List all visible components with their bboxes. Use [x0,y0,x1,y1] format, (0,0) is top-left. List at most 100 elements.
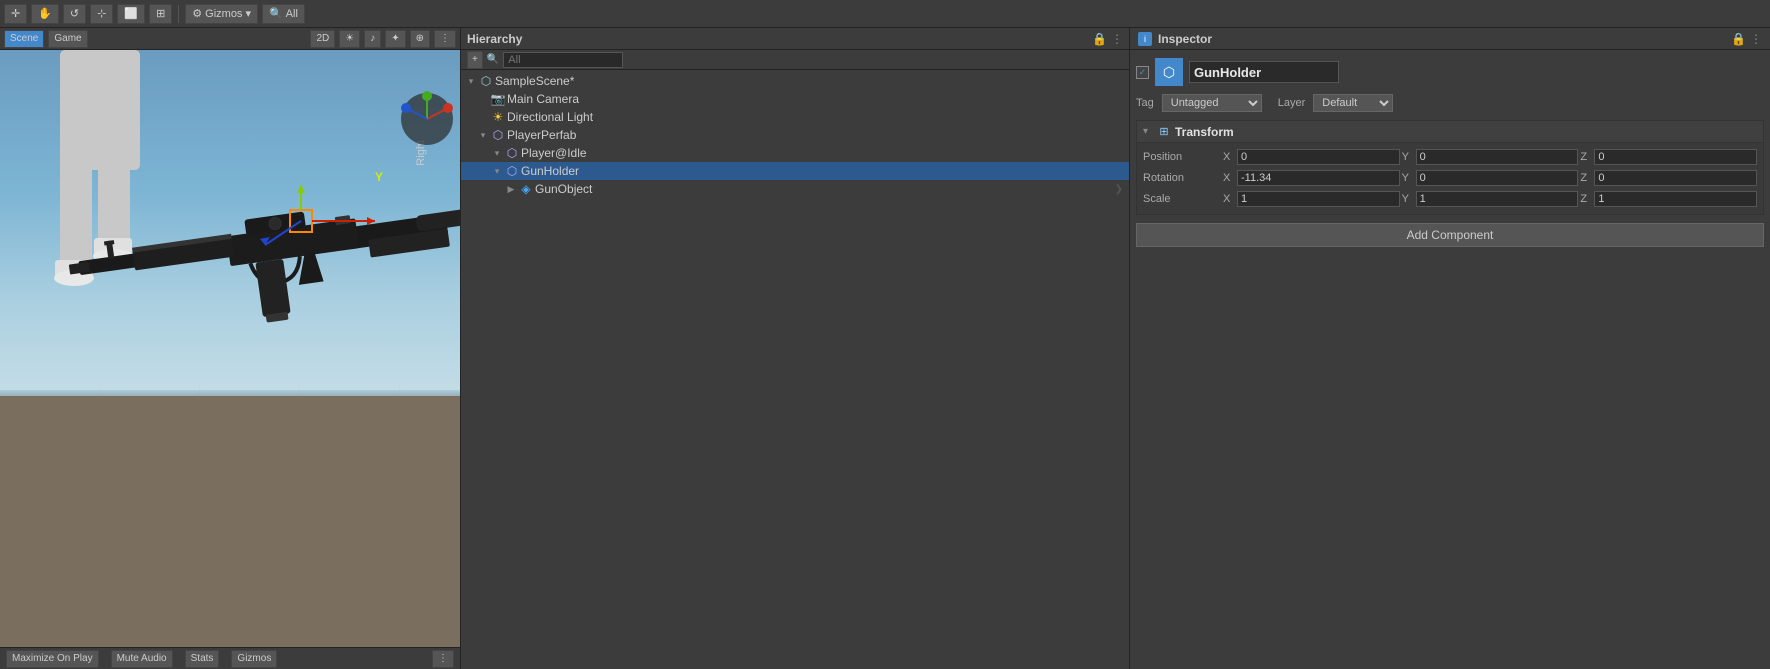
all-btn[interactable]: 🔍 All [262,4,305,24]
scale-x-input[interactable] [1237,191,1400,207]
tool-transform[interactable]: ⊞ [149,4,172,24]
inspector-title: Inspector [1158,32,1212,46]
game-tab[interactable]: Game [48,30,87,48]
light-label: Directional Light [507,110,593,124]
hierarchy-item-sample-scene[interactable]: ▾ ⬡ SampleScene* [461,72,1129,90]
lock-icon[interactable]: 🔒 [1092,32,1107,46]
hierarchy-content: ▾ ⬡ SampleScene* 📷 Main Camera ☀ Directi… [461,70,1129,669]
expand-camera-arrow [477,93,489,105]
mute-audio-btn[interactable]: Mute Audio [111,650,173,668]
scale-z-label: Z [1580,193,1592,205]
hierarchy-item-player-idle[interactable]: ▾ ⬡ Player@Idle [461,144,1129,162]
svg-text:Y: Y [423,95,428,102]
maximize-on-play-btn[interactable]: Maximize On Play [6,650,99,668]
all-label: All [286,8,298,20]
tag-dropdown[interactable]: Untagged [1162,94,1262,112]
scene-view: Scene Game 2D ☀ ♪ ✦ ⊕ ⋮ [0,28,460,669]
transform-expand-arrow: ▾ [1143,126,1153,137]
hierarchy-search-bar: + 🔍 [461,50,1129,70]
layer-dropdown[interactable]: Default [1313,94,1393,112]
expand-light-arrow [477,111,489,123]
inspector-lock-icon[interactable]: 🔒 [1731,32,1746,46]
gunobject-label: GunObject [535,182,592,196]
scene-tab[interactable]: Scene [4,30,44,48]
go-name-input[interactable] [1189,61,1339,83]
position-y-input[interactable] [1416,149,1579,165]
tool-hand[interactable]: ✋ [31,4,59,24]
gizmos-label: Gizmos [205,8,242,20]
rot-y-label: Y [1402,172,1414,184]
gunobject-right-arrow: ❯ [1115,184,1123,195]
scale-y-input[interactable] [1416,191,1579,207]
more-scene-btn[interactable]: ⋮ [434,30,456,48]
transform-component: ▾ ⊞ Transform Position X [1136,120,1764,215]
rotation-x-field: X [1223,170,1400,186]
hierarchy-item-main-camera[interactable]: 📷 Main Camera [461,90,1129,108]
hierarchy-header-icons: 🔒 ⋮ [1092,32,1123,46]
scale-row: Scale X Y Z [1143,189,1757,209]
playerperfab-label: PlayerPerfab [507,128,576,142]
tool-rect[interactable]: ⬜ [117,4,145,24]
scale-z-input[interactable] [1594,191,1757,207]
camera-icon: 📷 [491,92,505,106]
hierarchy-item-gun-object[interactable]: ▶ ◈ GunObject ❯ [461,180,1129,198]
tool-scale[interactable]: ⊹ [90,4,113,24]
rotation-fields: X Y Z [1223,170,1757,186]
scene-bottom-bar: Maximize On Play Mute Audio Stats Gizmos… [0,647,460,669]
add-component-btn[interactable]: Add Component [1136,223,1764,247]
inspector-header: i Inspector 🔒 ⋮ [1130,28,1770,50]
y-axis-label: Y [375,170,383,184]
expand-scene-arrow: ▾ [465,75,477,87]
hierarchy-search-input[interactable] [503,52,623,68]
2d-btn[interactable]: 2D [310,30,335,48]
transform-gizmo [260,185,380,265]
rotation-label: Rotation [1143,172,1223,184]
hidden-btn[interactable]: ⊕ [410,30,430,48]
hierarchy-add-btn[interactable]: + [467,51,483,69]
light-icon: ☀ [491,110,505,124]
orientation-gizmo: X Y Z [398,90,456,148]
audio-btn[interactable]: ♪ [364,30,381,48]
tool-move[interactable]: ✛ [4,4,27,24]
playerperfab-icon: ⬡ [491,128,505,142]
hierarchy-item-player-perfab[interactable]: ▾ ⬡ PlayerPerfab [461,126,1129,144]
rot-x-label: X [1223,172,1235,184]
gizmos-icon: ⚙ [192,7,202,20]
tool-rotate[interactable]: ↺ [63,4,86,24]
effects-btn[interactable]: ✦ [385,30,405,48]
inspector-icon: i [1138,32,1152,46]
expand-gunholder-arrow: ▾ [491,165,503,177]
hierarchy-item-directional-light[interactable]: ☀ Directional Light [461,108,1129,126]
position-z-input[interactable] [1594,149,1757,165]
rotation-row: Rotation X Y Z [1143,168,1757,188]
lighting-btn[interactable]: ☀ [339,30,360,48]
gunholder-icon: ⬡ [505,164,519,178]
pos-x-label: X [1223,151,1235,163]
cube-icon: ⬡ [1163,64,1175,81]
inspector-more-icon[interactable]: ⋮ [1750,32,1762,46]
scene-more-btn[interactable]: ⋮ [432,650,454,668]
stats-btn[interactable]: Stats [185,650,220,668]
position-x-input[interactable] [1237,149,1400,165]
position-row: Position X Y Z [1143,147,1757,167]
scene-canvas[interactable]: Y Right X Y Z [0,50,460,647]
rotation-y-field: Y [1402,170,1579,186]
rotation-y-input[interactable] [1416,170,1579,186]
gizmos-bottom-btn[interactable]: Gizmos [231,650,277,668]
go-header: ✓ ⬡ [1136,56,1764,88]
go-icon: ⬡ [1155,58,1183,86]
transform-header[interactable]: ▾ ⊞ Transform [1137,121,1763,143]
rotation-x-input[interactable] [1237,170,1400,186]
gizmos-btn[interactable]: ⚙ Gizmos ▾ [185,4,258,24]
more-icon[interactable]: ⋮ [1111,32,1123,46]
rotation-z-field: Z [1580,170,1757,186]
pos-z-label: Z [1580,151,1592,163]
expand-gunobject-arrow: ▶ [505,183,517,195]
hierarchy-panel: Hierarchy 🔒 ⋮ + 🔍 ▾ ⬡ SampleScene* 📷 Mai… [460,28,1130,669]
inspector-panel: i Inspector 🔒 ⋮ ✓ ⬡ Tag [1130,28,1770,669]
go-active-checkbox[interactable]: ✓ [1136,66,1149,79]
scene-grid-lines [0,384,460,647]
tag-label: Tag [1136,97,1154,109]
hierarchy-item-gun-holder[interactable]: ▾ ⬡ GunHolder [461,162,1129,180]
rotation-z-input[interactable] [1594,170,1757,186]
